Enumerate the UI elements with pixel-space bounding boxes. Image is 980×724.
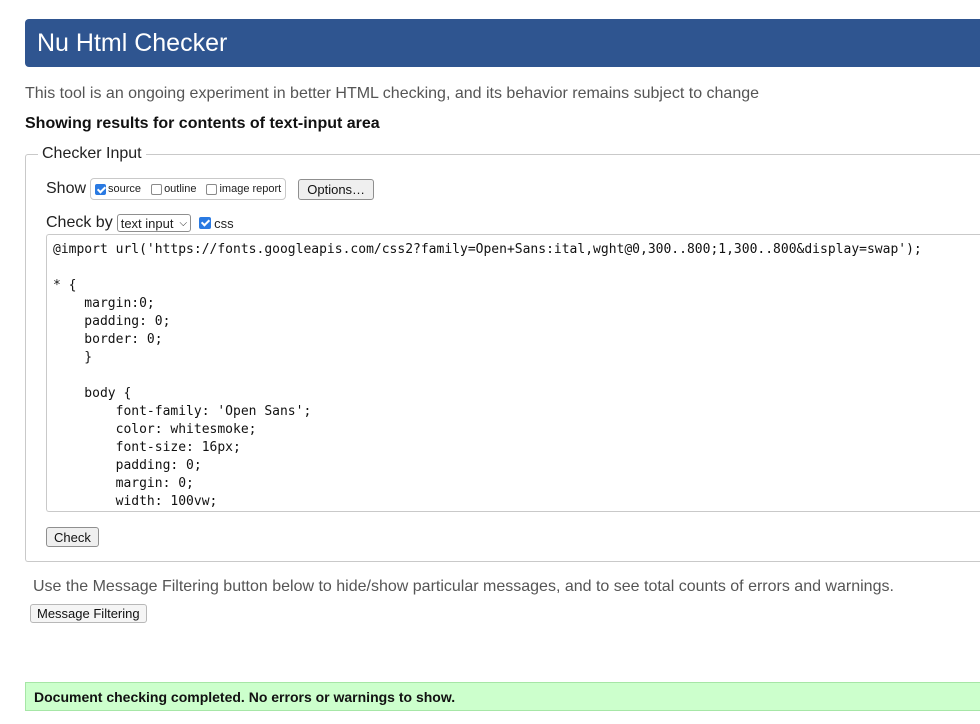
check-by-selected-value: text input (120, 215, 174, 231)
page: Nu Html Checker This tool is an ongoing … (0, 0, 980, 724)
outline-label: outline (164, 183, 197, 195)
show-label: Show (46, 180, 87, 197)
show-options-group: source outline image report (90, 178, 287, 200)
css-option[interactable]: css (199, 216, 234, 231)
show-row: Show source outline image report Options… (46, 178, 375, 200)
check-button[interactable]: Check (46, 527, 99, 547)
css-label: css (214, 215, 234, 231)
options-button[interactable]: Options… (298, 178, 375, 200)
check-by-label: Check by (46, 214, 113, 231)
source-label: source (108, 183, 142, 195)
source-code-text: @import url('https://fonts.googleapis.co… (53, 242, 922, 509)
image-report-label: image report (219, 183, 282, 195)
message-filtering-button[interactable]: Message Filtering (30, 604, 147, 623)
show-image-report-option[interactable]: image report (206, 183, 281, 195)
page-title: Nu Html Checker (37, 28, 228, 57)
show-outline-option[interactable]: outline (151, 183, 196, 195)
image-report-checkbox[interactable] (206, 183, 218, 195)
source-textarea[interactable]: @import url('https://fonts.googleapis.co… (46, 234, 980, 512)
check-by-select[interactable]: text input ⌵ (116, 214, 192, 232)
message-filtering-description: Use the Message Filtering button below t… (33, 578, 894, 595)
chevron-down-icon: ⌵ (179, 217, 188, 229)
intro-text: This tool is an ongoing experiment in be… (25, 85, 760, 102)
show-source-option[interactable]: source (95, 183, 141, 195)
source-checkbox[interactable] (95, 183, 107, 195)
checker-input-legend: Checker Input (42, 145, 142, 162)
check-by-row: Check by text input ⌵ css (46, 212, 234, 234)
showing-results-heading: Showing results for contents of text-inp… (25, 115, 380, 132)
css-checkbox[interactable] (199, 217, 212, 229)
result-success-message: Document checking completed. No errors o… (25, 682, 980, 711)
outline-checkbox[interactable] (151, 183, 163, 195)
header-bar: Nu Html Checker (25, 19, 980, 67)
